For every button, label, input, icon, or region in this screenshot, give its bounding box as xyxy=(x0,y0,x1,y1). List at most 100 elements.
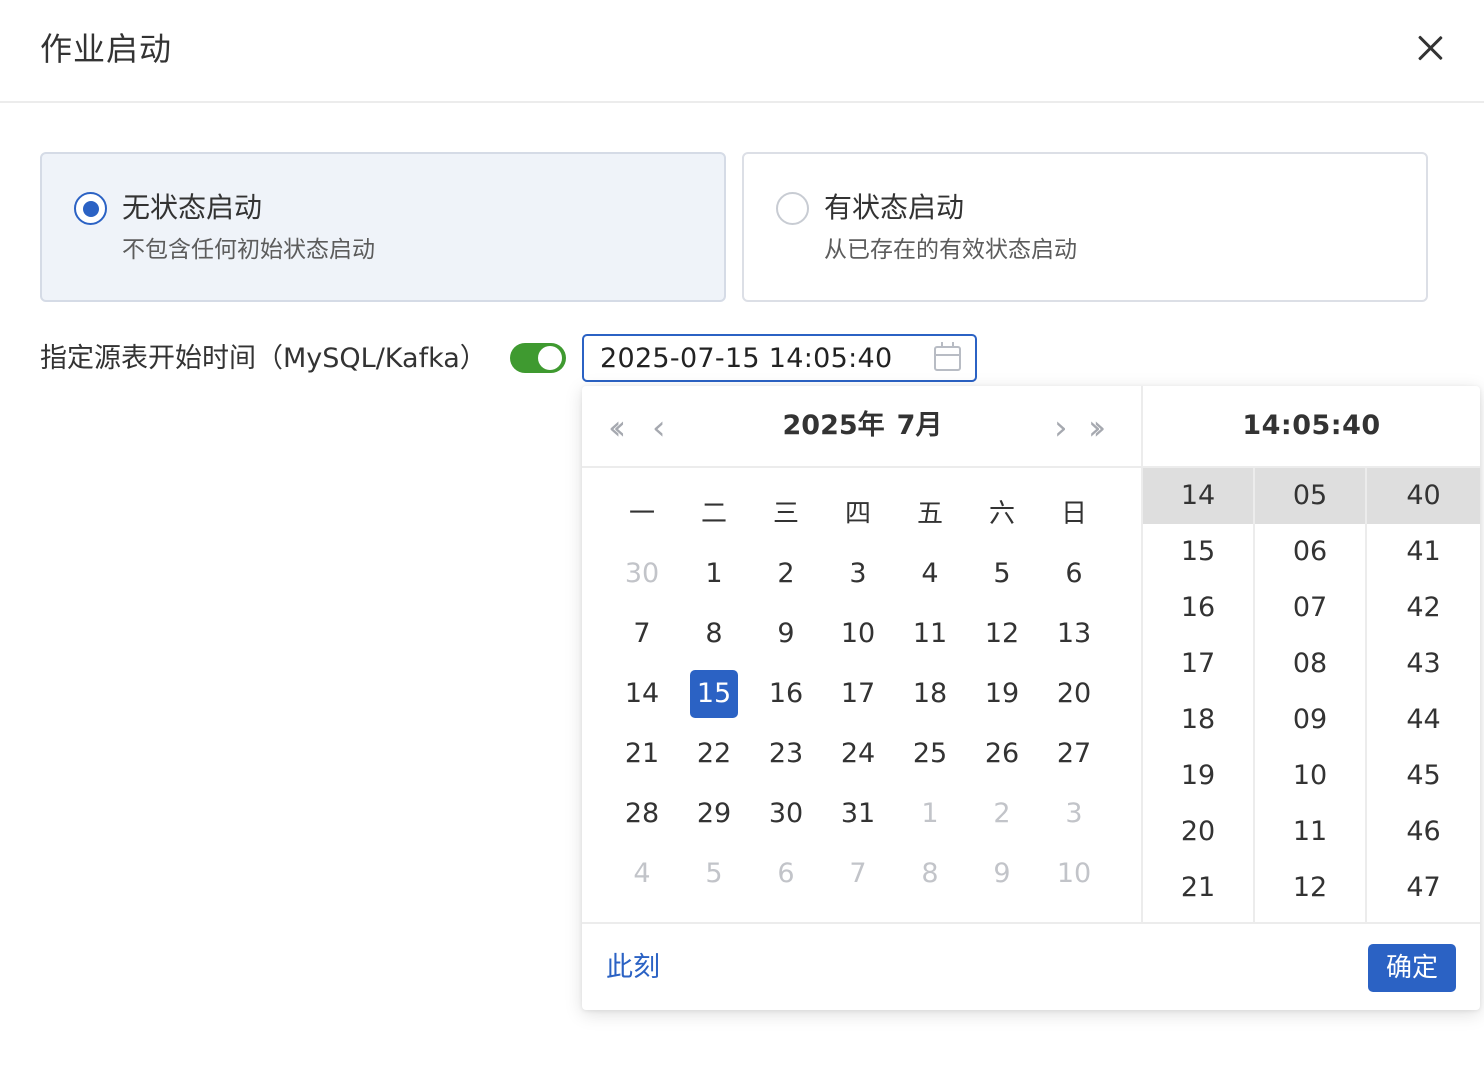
hour-cell[interactable]: 21 xyxy=(1143,860,1253,916)
second-column[interactable]: 40 41 42 43 44 45 46 47 xyxy=(1367,468,1480,922)
day-cell[interactable]: 18 xyxy=(906,670,954,718)
day-cell[interactable]: 3 xyxy=(1050,790,1098,838)
second-cell[interactable]: 40 xyxy=(1367,468,1480,524)
day-cell[interactable]: 7 xyxy=(834,850,882,898)
day-cell[interactable]: 11 xyxy=(906,610,954,658)
day-cell[interactable]: 13 xyxy=(1050,610,1098,658)
weekday-label: 三 xyxy=(772,499,799,529)
date-panel: ‹‹ ‹ 2025年 7月 › ›› 一二三四五六日 30 1 2 3 4 5 6 7 8 9 10 1… xyxy=(582,386,1143,922)
start-time-label: 指定源表开始时间（MySQL/Kafka） xyxy=(40,343,487,374)
month-label[interactable]: 7月 xyxy=(897,408,943,444)
start-time-input[interactable]: 2025-07-15 14:05:40 xyxy=(582,334,977,382)
day-cell[interactable]: 2 xyxy=(978,790,1026,838)
stateless-title: 无状态启动 xyxy=(122,191,263,224)
date-panel-header: ‹‹ ‹ 2025年 7月 › ›› xyxy=(582,386,1143,468)
hour-cell[interactable]: 18 xyxy=(1143,692,1253,748)
day-cell[interactable]: 20 xyxy=(1050,670,1098,718)
day-cell[interactable]: 23 xyxy=(762,730,810,778)
toggle-knob xyxy=(538,346,562,370)
confirm-button[interactable]: 确定 xyxy=(1368,944,1456,992)
day-cell[interactable]: 8 xyxy=(906,850,954,898)
day-cell[interactable]: 5 xyxy=(690,850,738,898)
time-panel-header: 14:05:40 xyxy=(1143,386,1480,468)
next-year-icon[interactable]: ›› xyxy=(1088,408,1106,448)
minute-cell[interactable]: 11 xyxy=(1255,804,1365,860)
minute-cell[interactable]: 12 xyxy=(1255,860,1365,916)
day-cell[interactable]: 26 xyxy=(978,730,1026,778)
day-cell[interactable]: 2 xyxy=(762,550,810,598)
day-cell[interactable]: 9 xyxy=(762,610,810,658)
day-cell[interactable]: 30 xyxy=(762,790,810,838)
day-cell[interactable]: 4 xyxy=(618,850,666,898)
next-month-icon[interactable]: › xyxy=(1054,408,1068,448)
hour-column[interactable]: 14 15 16 17 18 19 20 21 xyxy=(1143,468,1255,922)
minute-cell[interactable]: 05 xyxy=(1255,468,1365,524)
stateful-radio[interactable] xyxy=(776,192,809,225)
second-cell[interactable]: 42 xyxy=(1367,580,1480,636)
day-cell[interactable]: 24 xyxy=(834,730,882,778)
stateful-desc: 从已存在的有效状态启动 xyxy=(824,237,1077,263)
day-cell-selected[interactable]: 15 xyxy=(690,670,738,718)
job-start-dialog: 作业启动 无状态启动 不包含任何初始状态启动 有状态启动 从已存在的有效状态启动… xyxy=(0,0,1484,1092)
day-cell[interactable]: 31 xyxy=(834,790,882,838)
day-cell[interactable]: 7 xyxy=(618,610,666,658)
day-cell[interactable]: 12 xyxy=(978,610,1026,658)
day-cell[interactable]: 14 xyxy=(618,670,666,718)
stateful-title: 有状态启动 xyxy=(824,191,965,224)
day-cell[interactable]: 1 xyxy=(906,790,954,838)
second-cell[interactable]: 43 xyxy=(1367,636,1480,692)
stateless-radio[interactable] xyxy=(74,192,107,225)
day-cell[interactable]: 8 xyxy=(690,610,738,658)
day-cell[interactable]: 4 xyxy=(906,550,954,598)
stateless-start-option[interactable]: 无状态启动 不包含任何初始状态启动 xyxy=(40,152,726,302)
hour-cell[interactable]: 15 xyxy=(1143,524,1253,580)
minute-cell[interactable]: 09 xyxy=(1255,692,1365,748)
hour-cell[interactable]: 16 xyxy=(1143,580,1253,636)
weekday-label: 四 xyxy=(844,499,871,529)
day-cell[interactable]: 10 xyxy=(1050,850,1098,898)
day-cell[interactable]: 22 xyxy=(690,730,738,778)
day-cell[interactable]: 28 xyxy=(618,790,666,838)
second-cell[interactable]: 41 xyxy=(1367,524,1480,580)
hour-cell[interactable]: 19 xyxy=(1143,748,1253,804)
second-cell[interactable]: 45 xyxy=(1367,748,1480,804)
day-cell[interactable]: 21 xyxy=(618,730,666,778)
time-panel: 14:05:40 14 15 16 17 18 19 20 21 05 06 07 08 09 10 11… xyxy=(1143,386,1480,922)
weekday-label: 六 xyxy=(988,499,1015,529)
hour-cell[interactable]: 20 xyxy=(1143,804,1253,860)
minute-cell[interactable]: 10 xyxy=(1255,748,1365,804)
day-cell[interactable]: 27 xyxy=(1050,730,1098,778)
second-cell[interactable]: 44 xyxy=(1367,692,1480,748)
minute-cell[interactable]: 06 xyxy=(1255,524,1365,580)
now-link[interactable]: 此刻 xyxy=(606,950,660,986)
second-cell[interactable]: 46 xyxy=(1367,804,1480,860)
day-cell[interactable]: 6 xyxy=(762,850,810,898)
second-cell[interactable]: 47 xyxy=(1367,860,1480,916)
year-label[interactable]: 2025年 xyxy=(783,408,885,444)
minute-cell[interactable]: 08 xyxy=(1255,636,1365,692)
day-cell[interactable]: 29 xyxy=(690,790,738,838)
dialog-header: 作业启动 xyxy=(0,0,1484,103)
calendar-icon[interactable] xyxy=(934,342,961,371)
day-cell[interactable]: 9 xyxy=(978,850,1026,898)
hour-cell[interactable]: 14 xyxy=(1143,468,1253,524)
hour-cell[interactable]: 17 xyxy=(1143,636,1253,692)
start-time-toggle[interactable] xyxy=(510,343,566,373)
day-cell[interactable]: 3 xyxy=(834,550,882,598)
weekday-label: 一 xyxy=(628,499,655,529)
day-cell[interactable]: 30 xyxy=(618,550,666,598)
weekday-label: 二 xyxy=(700,499,727,529)
day-cell[interactable]: 16 xyxy=(762,670,810,718)
day-cell[interactable]: 19 xyxy=(978,670,1026,718)
day-cell[interactable]: 5 xyxy=(978,550,1026,598)
close-icon[interactable] xyxy=(1412,30,1448,66)
day-cell[interactable]: 1 xyxy=(690,550,738,598)
day-cell[interactable]: 25 xyxy=(906,730,954,778)
day-cell[interactable]: 17 xyxy=(834,670,882,718)
day-cell[interactable]: 6 xyxy=(1050,550,1098,598)
datetime-picker-popup: ‹‹ ‹ 2025年 7月 › ›› 一二三四五六日 30 1 2 3 4 5 6 7 8 9 10 1… xyxy=(582,386,1480,1010)
minute-column[interactable]: 05 06 07 08 09 10 11 12 xyxy=(1255,468,1367,922)
minute-cell[interactable]: 07 xyxy=(1255,580,1365,636)
stateful-start-option[interactable]: 有状态启动 从已存在的有效状态启动 xyxy=(742,152,1428,302)
day-cell[interactable]: 10 xyxy=(834,610,882,658)
